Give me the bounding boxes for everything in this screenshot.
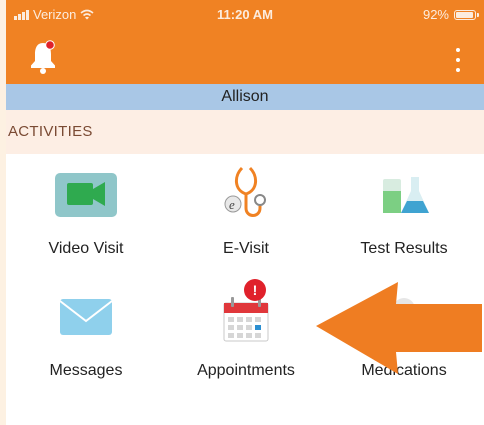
nav-bar xyxy=(6,40,484,84)
envelope-icon xyxy=(46,286,126,348)
battery-fill xyxy=(456,11,473,18)
user-name-bar: Allison xyxy=(6,84,484,110)
app-screen: Verizon 11:20 AM 92% Allison ACTIVITIES … xyxy=(6,0,484,425)
bell-icon[interactable] xyxy=(28,40,58,76)
activity-e-visit[interactable]: e E-Visit xyxy=(166,154,326,274)
status-bar: Verizon 11:20 AM 92% xyxy=(6,0,484,40)
arrow-left-icon xyxy=(316,282,482,374)
activities-header: ACTIVITIES xyxy=(6,110,484,154)
alert-badge: ! xyxy=(244,279,266,301)
activity-video-visit[interactable]: Video Visit xyxy=(6,154,166,274)
lab-flasks-icon xyxy=(364,164,444,226)
activity-messages[interactable]: Messages xyxy=(6,276,166,396)
activity-label: Messages xyxy=(49,362,123,379)
more-vertical-icon[interactable] xyxy=(448,48,468,72)
stethoscope-icon: e xyxy=(206,164,286,226)
activity-label: E-Visit xyxy=(223,240,269,257)
battery-icon xyxy=(454,9,479,20)
activity-label: Test Results xyxy=(360,240,448,257)
activity-label: Video Visit xyxy=(48,240,124,257)
activity-test-results[interactable]: Test Results xyxy=(324,154,484,274)
battery-percent: 92% xyxy=(422,7,449,22)
status-right: 92% xyxy=(422,7,479,22)
activity-label: Appointments xyxy=(197,362,295,379)
svg-text:e: e xyxy=(229,197,235,212)
status-time: 11:20 AM xyxy=(217,7,273,22)
video-camera-icon xyxy=(46,164,126,226)
activity-appointments[interactable]: ! Appointments xyxy=(166,276,326,396)
